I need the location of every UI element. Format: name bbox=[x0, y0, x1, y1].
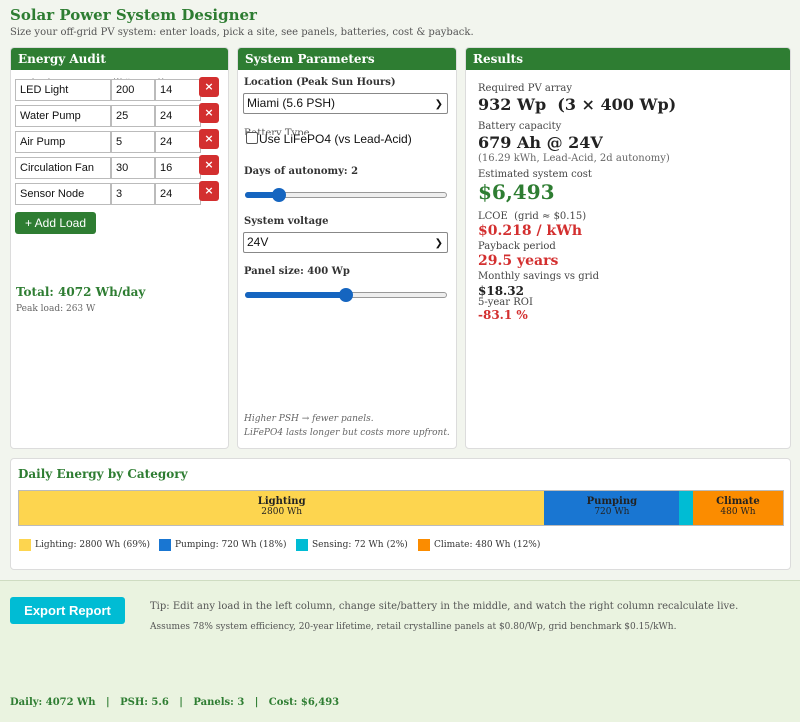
load-hours-input[interactable] bbox=[155, 105, 201, 127]
battery-detail: (16.29 kWh, Lead-Acid, 2d autonomy) bbox=[478, 153, 670, 164]
energy-chart-panel: Daily Energy by Category Lighting 2800 W… bbox=[10, 458, 791, 570]
load-hours-input[interactable] bbox=[155, 79, 201, 101]
load-name-input[interactable] bbox=[15, 79, 111, 101]
hint-psh: Higher PSH → fewer panels. bbox=[244, 414, 374, 424]
voltage-label: System voltage bbox=[244, 216, 329, 227]
segment-lighting: Lighting 2800 Wh bbox=[19, 491, 545, 525]
chart-title: Daily Energy by Category bbox=[18, 467, 188, 481]
peak-load: Peak load: 263 W bbox=[16, 304, 96, 314]
slider-thumb[interactable] bbox=[339, 288, 353, 302]
segment-pumping: Pumping 720 Wh bbox=[544, 491, 680, 525]
battery-capacity-label: Battery capacity bbox=[478, 121, 562, 132]
savings-value: $18.32 bbox=[478, 284, 524, 298]
pv-array-value: 932 Wp (3 × 400 Wp) bbox=[478, 95, 677, 114]
legend-label: Pumping: 720 Wh (18%) bbox=[175, 540, 287, 550]
results-panel: Results Required PV array 932 Wp (3 × 40… bbox=[465, 47, 791, 449]
segment-name: Pumping bbox=[586, 496, 638, 507]
tip-text: Tip: Edit any load in the left column, c… bbox=[150, 601, 739, 612]
roi-value: -83.1 % bbox=[478, 308, 528, 322]
cost-label: Estimated system cost bbox=[478, 169, 592, 180]
segment-value: 720 Wh bbox=[594, 507, 630, 517]
legend-swatch bbox=[418, 539, 430, 551]
chevron-down-icon: ❯ bbox=[434, 99, 443, 110]
segment-value: 2800 Wh bbox=[261, 507, 303, 517]
lcoe-value: $0.218 / kWh bbox=[478, 223, 583, 239]
autonomy-label: Days of autonomy: 2 bbox=[244, 166, 359, 177]
location-value: Miami (5.6 PSH) bbox=[247, 96, 336, 110]
legend-swatch bbox=[19, 539, 31, 551]
results-title: Results bbox=[466, 48, 790, 70]
location-label: Location (Peak Sun Hours) bbox=[244, 77, 396, 88]
legend-swatch bbox=[159, 539, 171, 551]
system-parameters-panel: System Parameters Location (Peak Sun Hou… bbox=[237, 47, 457, 449]
panel-size-label: Panel size: 400 Wp bbox=[244, 266, 350, 277]
hint-lifepo4: LiFePO4 lasts longer but costs more upfr… bbox=[244, 428, 450, 438]
segment-name: Lighting bbox=[257, 496, 306, 507]
lcoe-label: LCOE (grid ≈ $0.15) bbox=[478, 211, 587, 222]
load-watts-input[interactable] bbox=[111, 79, 155, 101]
load-name-input[interactable] bbox=[15, 131, 111, 153]
lifepo4-label: Use LiFePO4 (vs Lead-Acid) bbox=[259, 132, 412, 146]
battery-capacity-value: 679 Ah @ 24V bbox=[478, 133, 603, 152]
voltage-select[interactable]: 24V ❯ bbox=[243, 232, 448, 253]
app-title: Solar Power System Designer bbox=[10, 6, 257, 24]
delete-load-button[interactable]: × bbox=[199, 129, 219, 149]
energy-audit-title: Energy Audit bbox=[11, 48, 228, 70]
lifepo4-checkbox[interactable] bbox=[246, 132, 258, 144]
add-load-button[interactable]: + Add Load bbox=[15, 212, 96, 234]
delete-load-button[interactable]: × bbox=[199, 77, 219, 97]
load-watts-input[interactable] bbox=[111, 105, 155, 127]
segment-value: 480 Wh bbox=[720, 507, 756, 517]
payback-label: Payback period bbox=[478, 241, 556, 252]
voltage-value: 24V bbox=[247, 235, 269, 249]
roi-label: 5-year ROI bbox=[478, 297, 533, 308]
status-bar: Daily: 4072 Wh | PSH: 5.6 | Panels: 3 | … bbox=[10, 697, 340, 708]
legend-label: Sensing: 72 Wh (2%) bbox=[312, 540, 408, 550]
segment-sensing bbox=[679, 491, 693, 525]
load-watts-input[interactable] bbox=[111, 131, 155, 153]
load-hours-input[interactable] bbox=[155, 157, 201, 179]
delete-load-button[interactable]: × bbox=[199, 181, 219, 201]
legend-label: Climate: 480 Wh (12%) bbox=[434, 540, 541, 550]
app-subtitle: Size your off-grid PV system: enter load… bbox=[10, 27, 474, 38]
load-name-input[interactable] bbox=[15, 157, 111, 179]
total-energy: Total: 4072 Wh/day bbox=[16, 285, 146, 299]
load-watts-input[interactable] bbox=[111, 157, 155, 179]
autonomy-slider[interactable] bbox=[245, 188, 447, 202]
load-name-input[interactable] bbox=[15, 105, 111, 127]
footer: Export Report Tip: Edit any load in the … bbox=[0, 580, 800, 722]
panel-size-slider[interactable] bbox=[245, 288, 447, 302]
export-report-button[interactable]: Export Report bbox=[10, 597, 125, 624]
energy-audit-panel: Energy Audit Load Watts Hours × × × × × … bbox=[10, 47, 229, 449]
load-watts-input[interactable] bbox=[111, 183, 155, 205]
system-parameters-title: System Parameters bbox=[238, 48, 456, 70]
cost-value: $6,493 bbox=[478, 180, 555, 204]
savings-label: Monthly savings vs grid bbox=[478, 271, 600, 282]
location-select[interactable]: Miami (5.6 PSH) ❯ bbox=[243, 93, 448, 114]
energy-stacked-bar: Lighting 2800 Wh Pumping 720 Wh Climate … bbox=[18, 490, 784, 526]
assumptions-text: Assumes 78% system efficiency, 20-year l… bbox=[150, 622, 677, 632]
payback-value: 29.5 years bbox=[478, 253, 559, 269]
delete-load-button[interactable]: × bbox=[199, 103, 219, 123]
pv-array-label: Required PV array bbox=[478, 83, 573, 94]
segment-name: Climate bbox=[716, 496, 760, 507]
slider-thumb[interactable] bbox=[271, 188, 286, 202]
slider-fill bbox=[245, 292, 346, 298]
delete-load-button[interactable]: × bbox=[199, 155, 219, 175]
legend-label: Lighting: 2800 Wh (69%) bbox=[35, 540, 151, 550]
legend-swatch bbox=[296, 539, 308, 551]
load-hours-input[interactable] bbox=[155, 131, 201, 153]
segment-climate: Climate 480 Wh bbox=[692, 491, 783, 525]
load-name-input[interactable] bbox=[15, 183, 111, 205]
load-hours-input[interactable] bbox=[155, 183, 201, 205]
chevron-down-icon: ❯ bbox=[434, 238, 443, 249]
